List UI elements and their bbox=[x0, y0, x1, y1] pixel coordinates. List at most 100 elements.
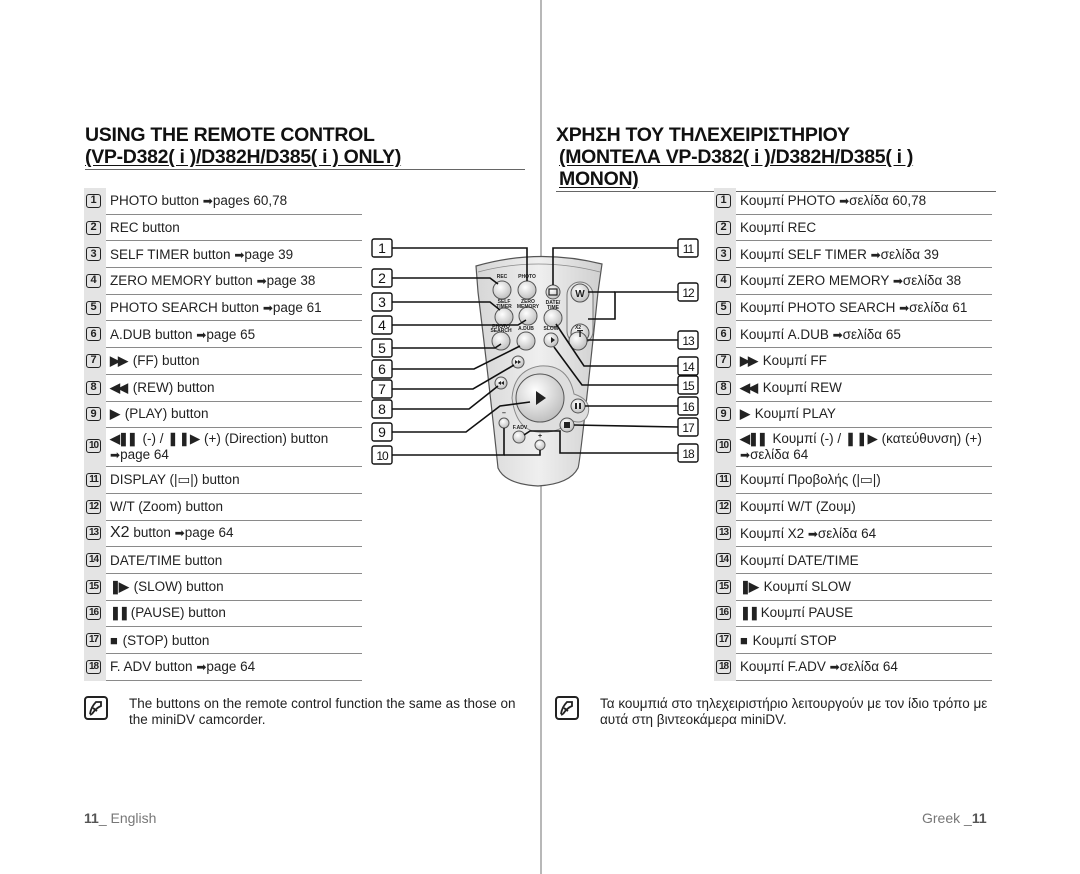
f-adv-button bbox=[512, 430, 526, 444]
date-time-button bbox=[543, 308, 563, 328]
page-reference: σελίδα 38 bbox=[902, 273, 962, 289]
arrow-right-icon: ➡ bbox=[202, 194, 213, 209]
callout-number: 16 bbox=[682, 400, 695, 414]
zero-memory-label-2: MEMORY bbox=[517, 304, 540, 310]
callout-8: 8 bbox=[371, 399, 393, 419]
list-item: 15 ❚▶ Κουμπί SLOW bbox=[714, 573, 992, 601]
item-label: PHOTO button bbox=[110, 193, 203, 209]
page-reference: σελίδα 61 bbox=[909, 300, 968, 316]
item-label: Κουμπί PHOTO SEARCH bbox=[740, 300, 900, 316]
item-text: ◀❚❚ (-) / ❚❚▶ (+) (Direction) button ➡pag… bbox=[110, 428, 328, 463]
item-number-badge: 12 bbox=[716, 499, 731, 514]
a-dub-label: A.DUB bbox=[518, 326, 534, 332]
item-text: ■ Κουμπί STOP bbox=[740, 633, 837, 648]
list-item: 11 DISPLAY (|▭|) button bbox=[84, 467, 362, 494]
list-item: 3 Κουμπί SELF TIMER ➡σελίδα 39 bbox=[714, 241, 992, 269]
callout-number: 2 bbox=[378, 270, 386, 286]
a-dub-button bbox=[516, 331, 536, 351]
callout-number: 8 bbox=[378, 401, 386, 417]
greek-title: ΧΡΗΣΗ ΤΟΥ ΤΗΛΕΧΕΙΡΙΣΤΗΡΙΟΥ (ΜΟΝΤΕΛΑ VP-D… bbox=[556, 124, 996, 192]
arrow-right-icon: ➡ bbox=[829, 660, 840, 675]
control-glyph-icon: ▶ bbox=[740, 406, 750, 422]
greek-title-line2: (ΜΟΝΤΕΛΑ VP-D382( i )/D382H/D385( i ) ΜΟ… bbox=[559, 146, 914, 190]
callout-16: 16 bbox=[677, 396, 699, 416]
list-item: 6 Κουμπί A.DUB ➡σελίδα 65 bbox=[714, 321, 992, 349]
item-text: Κουμπί PHOTO ➡σελίδα 60,78 bbox=[740, 193, 926, 208]
list-item: 10 ◀❚❚ Κουμπί (-) / ❚❚▶ (κατεύθυνση) (+) ➡… bbox=[714, 428, 992, 468]
item-text: ◀◀ Κουμπί REW bbox=[740, 380, 842, 396]
callout-14: 14 bbox=[677, 356, 699, 376]
callout-7: 7 bbox=[371, 379, 393, 399]
item-text: Κουμπί PHOTO SEARCH ➡σελίδα 61 bbox=[740, 300, 967, 315]
item-text: ❚❚ Κουμπί PAUSE bbox=[740, 605, 853, 621]
callout-number: 10 bbox=[376, 449, 389, 463]
item-label: Κουμπί ZERO MEMORY bbox=[740, 273, 893, 289]
callout-number: 11 bbox=[683, 242, 695, 256]
control-glyph-icon: ❚▶ bbox=[740, 578, 759, 594]
item-number-badge: 11 bbox=[716, 473, 731, 488]
item-text: ZERO MEMORY button ➡page 38 bbox=[110, 273, 315, 288]
page-number: 11 bbox=[84, 810, 99, 826]
item-label: DATE/TIME button bbox=[110, 552, 223, 568]
item-number-badge: 17 bbox=[716, 633, 731, 648]
english-note-text: The buttons on the remote control functi… bbox=[129, 696, 516, 727]
item-text: PHOTO SEARCH button ➡page 61 bbox=[110, 300, 322, 315]
item-number-badge: 15 bbox=[86, 579, 101, 594]
item-number-badge: 10 bbox=[86, 439, 101, 454]
control-glyph-icon: ▶▶ bbox=[740, 352, 758, 368]
list-item: 1 Κουμπί PHOTO ➡σελίδα 60,78 bbox=[714, 188, 992, 215]
item-text: X2 button ➡page 64 bbox=[110, 524, 234, 542]
callout-5: 5 bbox=[371, 338, 393, 358]
direction-minus-button bbox=[498, 417, 510, 429]
callout-number: 12 bbox=[682, 286, 695, 300]
item-label: (PAUSE) button bbox=[130, 605, 226, 621]
callout-number: 1 bbox=[378, 240, 386, 256]
photo-search-label-2: SEARCH bbox=[490, 328, 512, 334]
control-glyph-icon: ◀❚❚ bbox=[110, 431, 138, 447]
item-number-badge: 14 bbox=[716, 553, 731, 568]
callout-4: 4 bbox=[371, 315, 393, 335]
callout-6: 6 bbox=[371, 359, 393, 379]
item-text: F. ADV button ➡page 64 bbox=[110, 659, 255, 674]
list-item: 16 ❚❚ Κουμπί PAUSE bbox=[714, 600, 992, 628]
item-label: (STOP) button bbox=[118, 632, 210, 648]
control-glyph-icon: ■ bbox=[740, 632, 748, 648]
page-reference: page 61 bbox=[272, 300, 322, 316]
item-number-badge: 3 bbox=[86, 247, 101, 262]
item-label: (FF) button bbox=[129, 352, 200, 368]
item-text: ▶▶ Κουμπί FF bbox=[740, 353, 827, 369]
list-item: 1 PHOTO button ➡pages 60,78 bbox=[84, 188, 362, 215]
item-label: Κουμπί STOP bbox=[748, 632, 837, 648]
list-item: 9 ▶ Κουμπί PLAY bbox=[714, 401, 992, 429]
item-label: Κουμπί Προβολής (|▭|) bbox=[740, 472, 881, 488]
item-number-badge: 8 bbox=[716, 380, 731, 395]
pause-button bbox=[570, 398, 586, 414]
item-number-badge: 6 bbox=[716, 327, 731, 342]
item-label: F. ADV button bbox=[110, 659, 197, 675]
item-number-badge: 16 bbox=[86, 606, 101, 621]
item-label: (PLAY) button bbox=[121, 406, 209, 422]
english-button-list: 1 PHOTO button ➡pages 60,78 2 REC button 3 SE… bbox=[84, 188, 362, 681]
list-item: 2 REC button bbox=[84, 214, 362, 242]
arrow-right-icon: ➡ bbox=[110, 448, 121, 463]
list-item: 17 ■ Κουμπί STOP bbox=[714, 627, 992, 654]
note-icon bbox=[555, 696, 579, 720]
page-reference: σελίδα 60,78 bbox=[849, 193, 927, 209]
arrow-right-icon: ➡ bbox=[174, 526, 185, 541]
list-item: 12 Κουμπί W/T (Ζουμ) bbox=[714, 493, 992, 521]
minus-label: – bbox=[502, 410, 506, 417]
greek-title-line1: ΧΡΗΣΗ ΤΟΥ ΤΗΛΕΧΕΙΡΙΣΤΗΡΙΟΥ bbox=[556, 124, 850, 146]
item-label: Κουμπί REC bbox=[740, 220, 817, 236]
item-label: Κουμπί SLOW bbox=[759, 578, 851, 594]
item-label: Κουμπί DATE/TIME bbox=[740, 552, 859, 568]
callout-2: 2 bbox=[371, 268, 393, 288]
item-text: ❚▶ (SLOW) button bbox=[110, 579, 224, 595]
item-text: A.DUB button ➡page 65 bbox=[110, 327, 255, 342]
list-item: 5 Κουμπί PHOTO SEARCH ➡σελίδα 61 bbox=[714, 294, 992, 322]
item-text: PHOTO button ➡pages 60,78 bbox=[110, 193, 287, 208]
item-number-badge: 14 bbox=[86, 553, 101, 568]
control-glyph-icon: ❚❚ bbox=[740, 605, 760, 621]
page-reference: page 64 bbox=[184, 525, 234, 541]
arrow-right-icon: ➡ bbox=[899, 301, 910, 316]
arrow-right-icon: ➡ bbox=[196, 660, 207, 675]
